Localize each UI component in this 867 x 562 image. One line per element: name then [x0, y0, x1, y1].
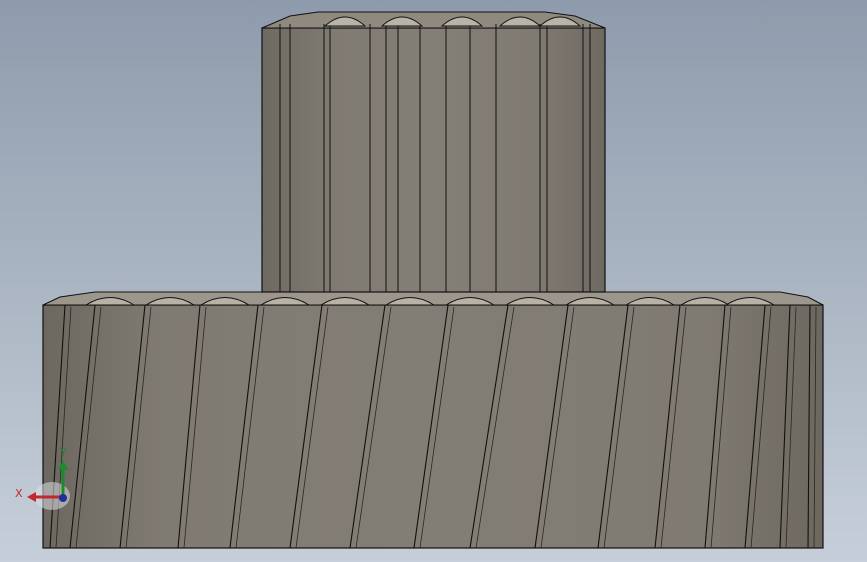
graphics-viewport[interactable]: X Y — [0, 0, 867, 562]
triad-y-label: Y — [59, 446, 67, 459]
lower-gear[interactable] — [42, 291, 824, 549]
triad-x-label: X — [15, 487, 23, 500]
upper-gear[interactable] — [261, 11, 606, 293]
triad-z-axis — [59, 494, 67, 502]
lower-gear-body — [42, 304, 824, 549]
upper-gear-body — [261, 27, 606, 293]
model-view[interactable]: X Y — [0, 0, 867, 562]
